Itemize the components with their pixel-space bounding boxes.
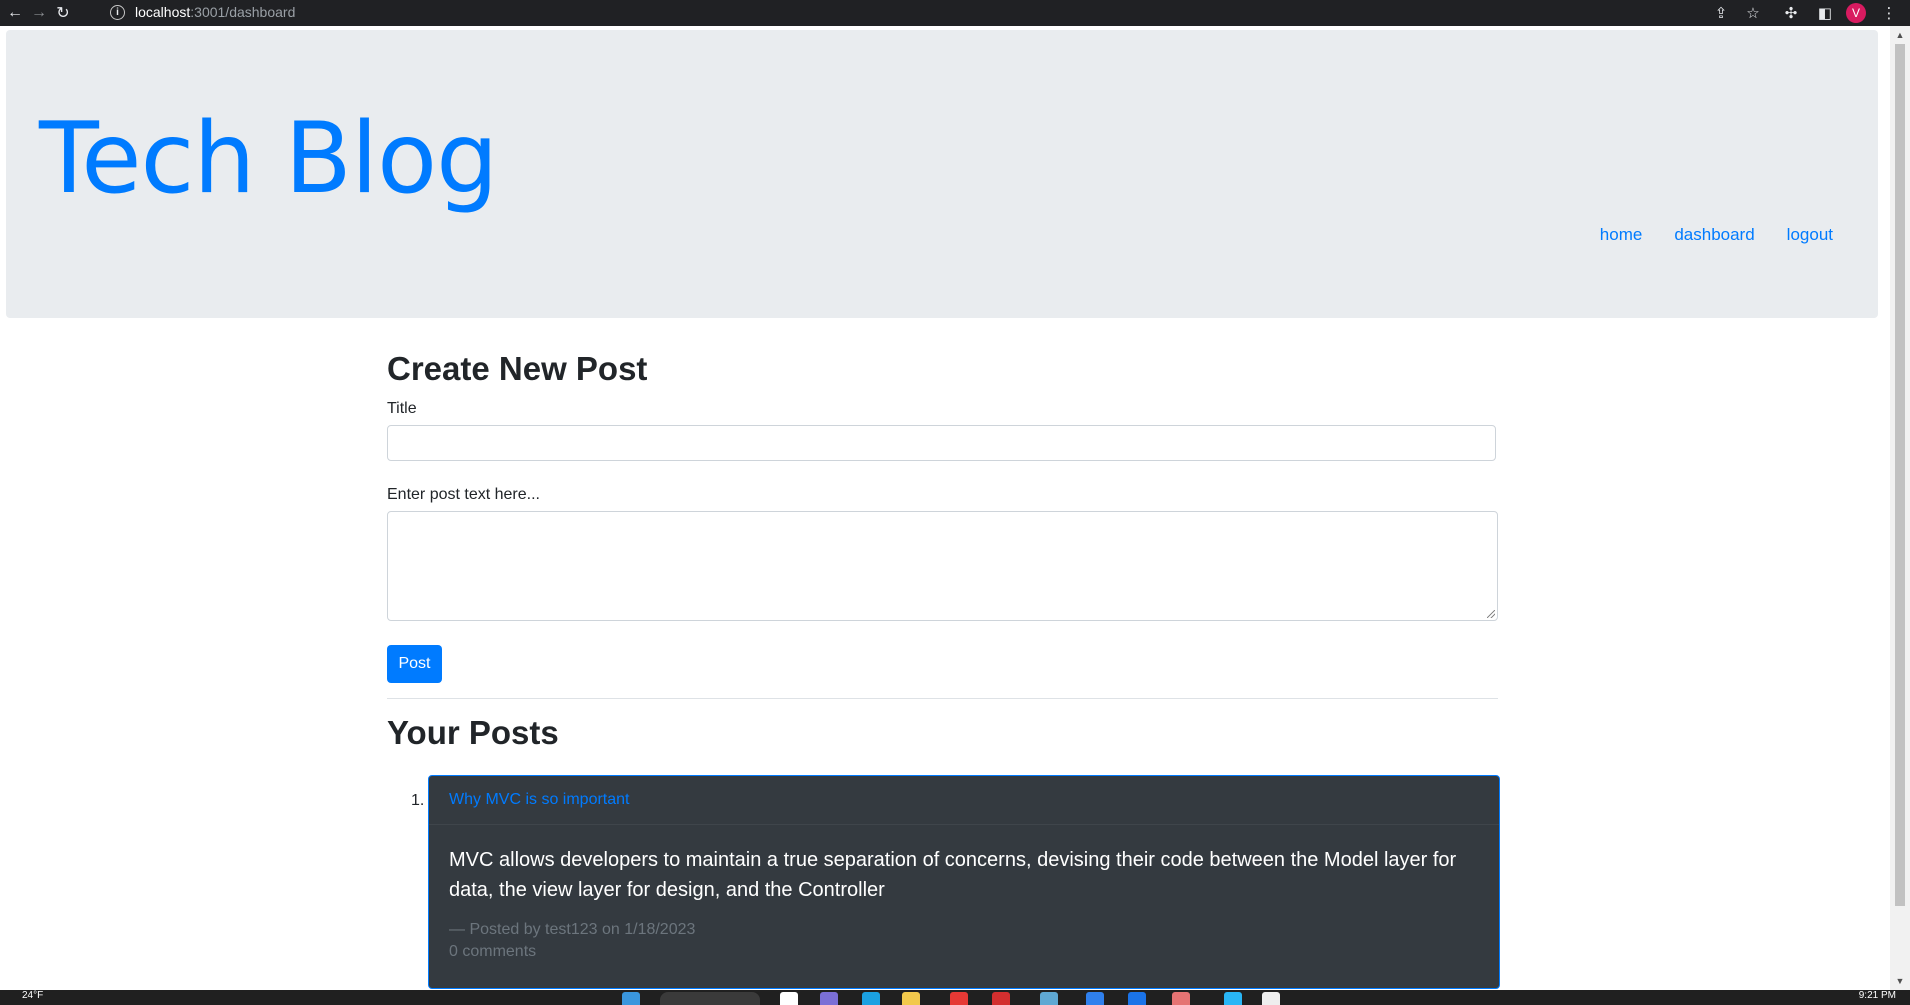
weather-widget[interactable]: 24°F: [22, 990, 43, 1001]
title-input[interactable]: [387, 425, 1496, 461]
post-comments-count[interactable]: 0 comments: [449, 943, 1479, 961]
dashboard-main: Create New Post Title Enter post text he…: [387, 350, 1498, 752]
taskbar-clock[interactable]: 9:21 PM: [1859, 990, 1896, 1001]
post-card-header: Why MVC is so important: [429, 776, 1499, 825]
site-header: Tech Blog home dashboard logout: [6, 30, 1878, 318]
kebab-menu-icon[interactable]: ⋮: [1875, 0, 1903, 26]
browser-toolbar: ← → ↻ i localhost:3001/dashboard ⇪ ☆ ✣ ◧…: [0, 0, 1910, 26]
chat-icon[interactable]: [820, 992, 838, 1005]
your-posts-heading: Your Posts: [387, 714, 559, 751]
nav-link-logout[interactable]: logout: [1787, 225, 1833, 245]
post-meta: — Posted by test123 on 1/18/2023: [449, 921, 696, 938]
main-nav: home dashboard logout: [1600, 225, 1833, 245]
share-icon[interactable]: ⇪: [1707, 0, 1735, 26]
vertical-scrollbar[interactable]: ▲ ▼: [1890, 26, 1910, 990]
create-post-heading: Create New Post: [387, 350, 648, 387]
app-icon[interactable]: [1040, 992, 1058, 1005]
app-icon[interactable]: [992, 992, 1010, 1005]
app-icon[interactable]: [1262, 992, 1280, 1005]
scroll-up-arrow-icon[interactable]: ▲: [1890, 26, 1910, 44]
post-title-link[interactable]: Why MVC is so important: [449, 791, 629, 809]
post-body-text: MVC allows developers to maintain a true…: [449, 849, 1457, 901]
vscode-icon[interactable]: [1224, 992, 1242, 1005]
search-box[interactable]: [660, 992, 760, 1005]
site-title[interactable]: Tech Blog: [39, 102, 498, 216]
extensions-puzzle-icon[interactable]: ✣: [1777, 0, 1805, 26]
start-icon[interactable]: [622, 992, 640, 1005]
chrome-icon[interactable]: [1128, 992, 1146, 1005]
reload-icon[interactable]: ↻: [48, 0, 78, 26]
url-text[interactable]: localhost:3001/dashboard: [135, 4, 295, 20]
post-card: Why MVC is so important MVC allows devel…: [428, 775, 1500, 989]
title-label: Title: [387, 400, 417, 417]
site-info-icon[interactable]: i: [110, 4, 125, 20]
profile-initial: V: [1846, 3, 1866, 23]
os-taskbar: 24°F 9:21 PM: [0, 990, 1910, 1005]
scrollbar-thumb[interactable]: [1895, 44, 1905, 906]
side-panel-icon[interactable]: ◧: [1811, 0, 1839, 26]
scroll-down-arrow-icon[interactable]: ▼: [1890, 972, 1910, 990]
taskview-icon[interactable]: [780, 992, 798, 1005]
address-bar[interactable]: i localhost:3001/dashboard: [100, 1, 1740, 23]
profile-avatar[interactable]: V: [1842, 0, 1870, 26]
section-divider: [387, 698, 1498, 699]
nav-link-home[interactable]: home: [1600, 225, 1643, 245]
explorer-icon[interactable]: [902, 992, 920, 1005]
url-host: localhost: [135, 4, 191, 20]
bookmark-star-icon[interactable]: ☆: [1739, 0, 1767, 26]
edge-icon[interactable]: [862, 992, 880, 1005]
post-body-textarea[interactable]: [387, 511, 1498, 621]
resize-grip-icon[interactable]: [1487, 610, 1495, 618]
app-icon[interactable]: [950, 992, 968, 1005]
app-icon[interactable]: [1172, 992, 1190, 1005]
post-body-label: Enter post text here...: [387, 486, 540, 503]
list-item-number: 1.: [411, 792, 425, 809]
nav-link-dashboard[interactable]: dashboard: [1674, 225, 1754, 245]
app-icon[interactable]: [1086, 992, 1104, 1005]
url-path: :3001/dashboard: [190, 4, 296, 20]
post-submit-button[interactable]: Post: [387, 645, 442, 683]
post-card-body: MVC allows developers to maintain a true…: [429, 825, 1499, 961]
